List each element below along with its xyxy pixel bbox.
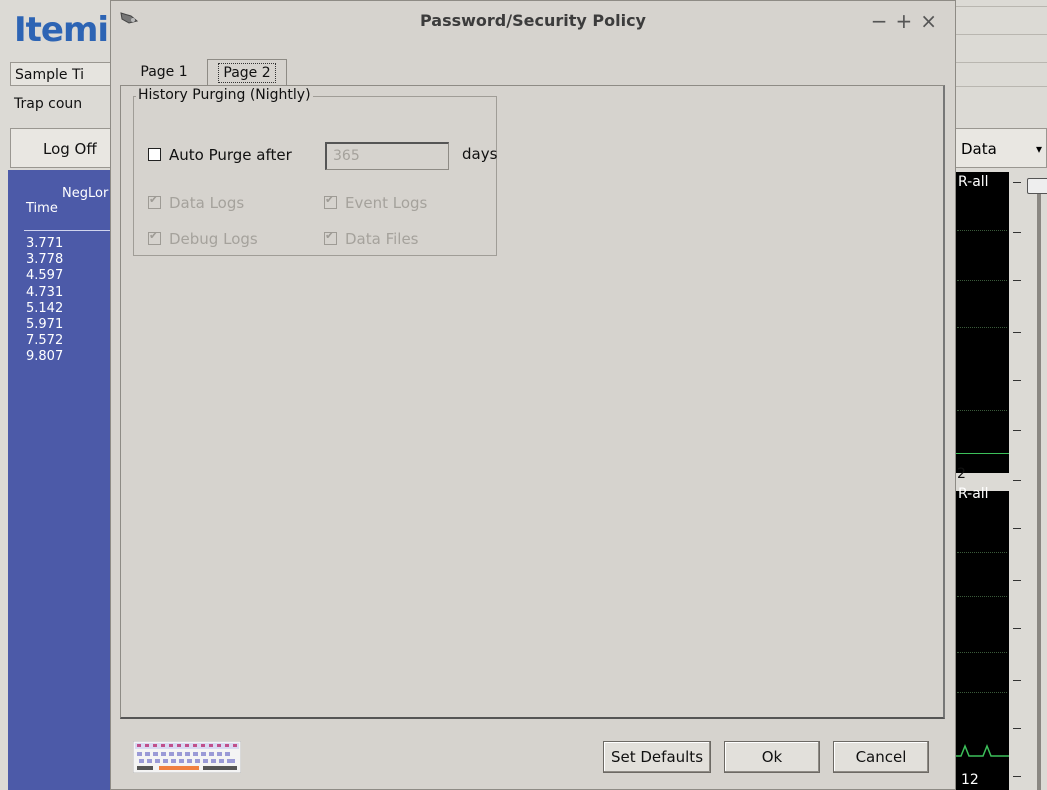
divider (955, 62, 1047, 63)
auto-purge-label: Auto Purge after (169, 146, 292, 164)
tab-page-content: History Purging (Nightly) Auto Purge aft… (120, 85, 945, 719)
data-files-label: Data Files (345, 230, 419, 248)
log-off-button: Log Off (10, 128, 122, 168)
tab-page-2[interactable]: Page 2 (207, 59, 287, 85)
trace-line (955, 453, 1009, 454)
event-logs-label: Event Logs (345, 194, 428, 212)
tab-page-1[interactable]: Page 1 (125, 59, 203, 85)
set-defaults-button[interactable]: Set Defaults (603, 741, 711, 773)
purge-days-input[interactable]: 365 (325, 142, 449, 170)
scale-tick (1013, 628, 1021, 629)
time-list: 3.771 3.778 4.597 4.731 5.142 5.971 7.57… (26, 236, 63, 366)
scale-tick (1013, 680, 1021, 681)
grid-line (957, 692, 1007, 693)
grid-line (957, 410, 1007, 411)
data-logs-checkbox[interactable]: Data Logs (148, 193, 245, 212)
scale-tick (1013, 480, 1021, 481)
time-value: 3.771 (26, 236, 64, 251)
app-logo: Itemi (14, 10, 109, 50)
plot-value: 2 (957, 466, 966, 482)
window-controls: −+× (871, 9, 945, 33)
scale-tick (1013, 728, 1021, 729)
auto-purge-checkbox[interactable]: Auto Purge after (148, 146, 292, 164)
time-value: 4.731 (26, 284, 64, 300)
time-value: 4.597 (26, 268, 64, 284)
dialog-titlebar[interactable]: Password/Security Policy −+× (111, 1, 955, 45)
ok-button[interactable]: Ok (724, 741, 820, 773)
scale-tick (1013, 332, 1021, 333)
scale-tick (1013, 528, 1021, 529)
checkbox-box (148, 229, 161, 245)
scale-tick (1013, 232, 1021, 233)
scale-slider-rail (1037, 182, 1041, 790)
grid-line (957, 652, 1007, 653)
checkbox-box (324, 193, 337, 209)
tab-page-2-label: Page 2 (218, 63, 276, 83)
plot-label: R-all (958, 174, 989, 190)
scale-tick (1013, 430, 1021, 431)
scale-panel (1009, 172, 1047, 790)
divider (955, 6, 1047, 7)
maximize-icon[interactable]: + (895, 9, 920, 33)
data-menu-button: Data ▾ (952, 128, 1047, 168)
time-value: 7.572 (26, 333, 64, 349)
header-divider (24, 230, 122, 231)
grid-line (957, 596, 1007, 597)
scale-tick (1013, 580, 1021, 581)
dialog-title: Password/Security Policy (420, 11, 646, 30)
data-files-checkbox[interactable]: Data Files (324, 229, 419, 248)
group-title: History Purging (Nightly) (136, 87, 313, 103)
history-purging-group: History Purging (Nightly) Auto Purge aft… (133, 87, 498, 256)
event-logs-checkbox[interactable]: Event Logs (324, 193, 428, 212)
plot-label: R-all (958, 486, 989, 502)
time-value: 5.142 (26, 300, 64, 316)
trap-count-label: Trap coun (14, 96, 83, 112)
cancel-button[interactable]: Cancel (833, 741, 929, 773)
minimize-icon[interactable]: − (871, 9, 896, 33)
plot-value: 12 (961, 772, 979, 788)
sample-time-field: Sample Ti (10, 62, 120, 86)
scale-tick (1013, 380, 1021, 381)
virtual-keyboard-icon[interactable] (133, 741, 241, 773)
grid-line (957, 552, 1007, 553)
signal-plot: R-all 2 R-all 12 (955, 172, 1009, 790)
password-security-policy-dialog: Password/Security Policy −+× Page 1 Page… (110, 0, 956, 790)
trace-peaks (955, 743, 1009, 757)
scale-tick (1013, 182, 1021, 183)
time-value: 9.807 (26, 349, 64, 365)
column-header-neglor: NegLor (62, 186, 109, 201)
scale-slider-handle (1027, 178, 1047, 194)
divider (955, 86, 1047, 87)
column-header-time: Time (26, 201, 58, 216)
scale-tick (1013, 280, 1021, 281)
time-value: 5.971 (26, 317, 64, 333)
grid-line (957, 230, 1007, 231)
time-value: 3.778 (26, 252, 64, 268)
chevron-down-icon: ▾ (1035, 142, 1042, 156)
days-label: days (462, 145, 498, 163)
debug-logs-checkbox[interactable]: Debug Logs (148, 229, 258, 248)
data-menu-label: Data (961, 140, 997, 158)
checkbox-box (324, 229, 337, 245)
close-icon[interactable]: × (920, 9, 945, 33)
divider (955, 34, 1047, 35)
data-logs-label: Data Logs (169, 194, 245, 212)
grid-line (957, 327, 1007, 328)
checkbox-box (148, 193, 161, 209)
scale-tick (1013, 776, 1021, 777)
checkbox-box[interactable] (148, 148, 161, 161)
debug-logs-label: Debug Logs (169, 230, 258, 248)
grid-line (957, 280, 1007, 281)
